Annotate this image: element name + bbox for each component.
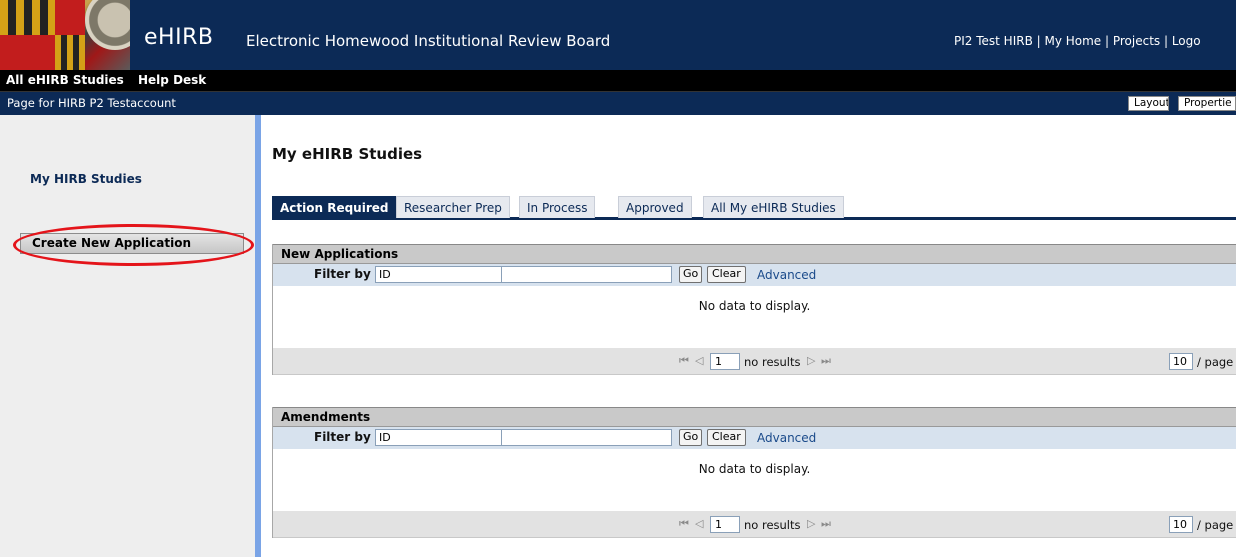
tab-in-process[interactable]: In Process: [519, 196, 596, 218]
next-page-icon[interactable]: ▷: [807, 517, 815, 530]
nav-help-desk[interactable]: Help Desk: [138, 73, 206, 87]
filter-row: Filter by ID ▼ Go Clear Advanced: [273, 427, 1236, 449]
top-user-links[interactable]: PI2 Test HIRB | My Home | Projects | Log…: [954, 34, 1201, 48]
prev-page-icon[interactable]: ◁: [695, 354, 703, 367]
filter-field-value: ID: [379, 431, 391, 444]
seal-icon: [85, 0, 130, 50]
properties-button[interactable]: Propertie: [1178, 96, 1236, 111]
filter-input[interactable]: [501, 429, 672, 446]
top-navbar: All eHIRB Studies Help Desk: [0, 70, 1236, 92]
page-label: Page for HIRB P2 Testaccount: [7, 96, 176, 110]
prev-page-icon[interactable]: ◁: [695, 517, 703, 530]
page-title: My eHIRB Studies: [272, 145, 423, 163]
clear-button[interactable]: Clear: [707, 266, 746, 283]
filter-label: Filter by: [314, 430, 371, 444]
first-page-icon[interactable]: ⏮: [679, 517, 689, 531]
panel-title: New Applications: [273, 244, 1236, 264]
highlight-circle: [13, 224, 254, 266]
per-page-label: / page: [1197, 518, 1234, 532]
page-bar: Page for HIRB P2 Testaccount Layout Prop…: [0, 92, 1236, 115]
empty-message: No data to display.: [273, 449, 1236, 511]
sidebar-divider: [255, 115, 261, 557]
app-brand: eHIRB: [144, 25, 214, 50]
first-page-icon[interactable]: ⏮: [679, 354, 689, 368]
per-page-label: / page: [1197, 355, 1234, 369]
advanced-link[interactable]: Advanced: [757, 268, 816, 282]
app-header: eHIRB Electronic Homewood Institutional …: [0, 0, 1236, 70]
university-logo: [0, 0, 130, 70]
tab-all-my-ehirb-studies[interactable]: All My eHIRB Studies: [703, 196, 844, 218]
amendments-panel: Amendments Filter by ID ▼ Go Clear Advan…: [272, 407, 1236, 538]
advanced-link[interactable]: Advanced: [757, 431, 816, 445]
per-page-input[interactable]: 10: [1169, 353, 1193, 370]
filter-row: Filter by ID ▼ Go Clear Advanced: [273, 264, 1236, 286]
filter-field-select[interactable]: ID ▼: [375, 266, 522, 283]
page-number-input[interactable]: 1: [710, 516, 740, 533]
next-page-icon[interactable]: ▷: [807, 354, 815, 367]
last-page-icon[interactable]: ⏭: [821, 354, 831, 368]
per-page-input[interactable]: 10: [1169, 516, 1193, 533]
nav-all-ehirb-studies[interactable]: All eHIRB Studies: [6, 73, 124, 87]
empty-message: No data to display.: [273, 286, 1236, 348]
my-hirb-studies-link[interactable]: My HIRB Studies: [30, 172, 142, 186]
status-tabs: Action Required Researcher Prep In Proce…: [272, 196, 1236, 220]
new-applications-panel: New Applications Filter by ID ▼ Go Clear…: [272, 244, 1236, 375]
panel-title: Amendments: [273, 407, 1236, 427]
filter-field-select[interactable]: ID ▼: [375, 429, 522, 446]
layout-button[interactable]: Layout: [1128, 96, 1169, 111]
pager: ⏮ ◁ 1 no results ▷ ⏭ 10 / page: [273, 511, 1236, 538]
page-number-input[interactable]: 1: [710, 353, 740, 370]
tab-action-required[interactable]: Action Required: [272, 196, 397, 218]
pager: ⏮ ◁ 1 no results ▷ ⏭ 10 / page: [273, 348, 1236, 375]
go-button[interactable]: Go: [679, 429, 703, 446]
filter-field-value: ID: [379, 268, 391, 281]
go-button[interactable]: Go: [679, 266, 703, 283]
clear-button[interactable]: Clear: [707, 429, 746, 446]
tab-approved[interactable]: Approved: [618, 196, 692, 218]
page-status: no results: [744, 518, 801, 532]
tab-researcher-prep[interactable]: Researcher Prep: [396, 196, 510, 218]
app-subtitle: Electronic Homewood Institutional Review…: [246, 32, 611, 50]
last-page-icon[interactable]: ⏭: [821, 517, 831, 531]
filter-label: Filter by: [314, 267, 371, 281]
filter-input[interactable]: [501, 266, 672, 283]
page-status: no results: [744, 355, 801, 369]
